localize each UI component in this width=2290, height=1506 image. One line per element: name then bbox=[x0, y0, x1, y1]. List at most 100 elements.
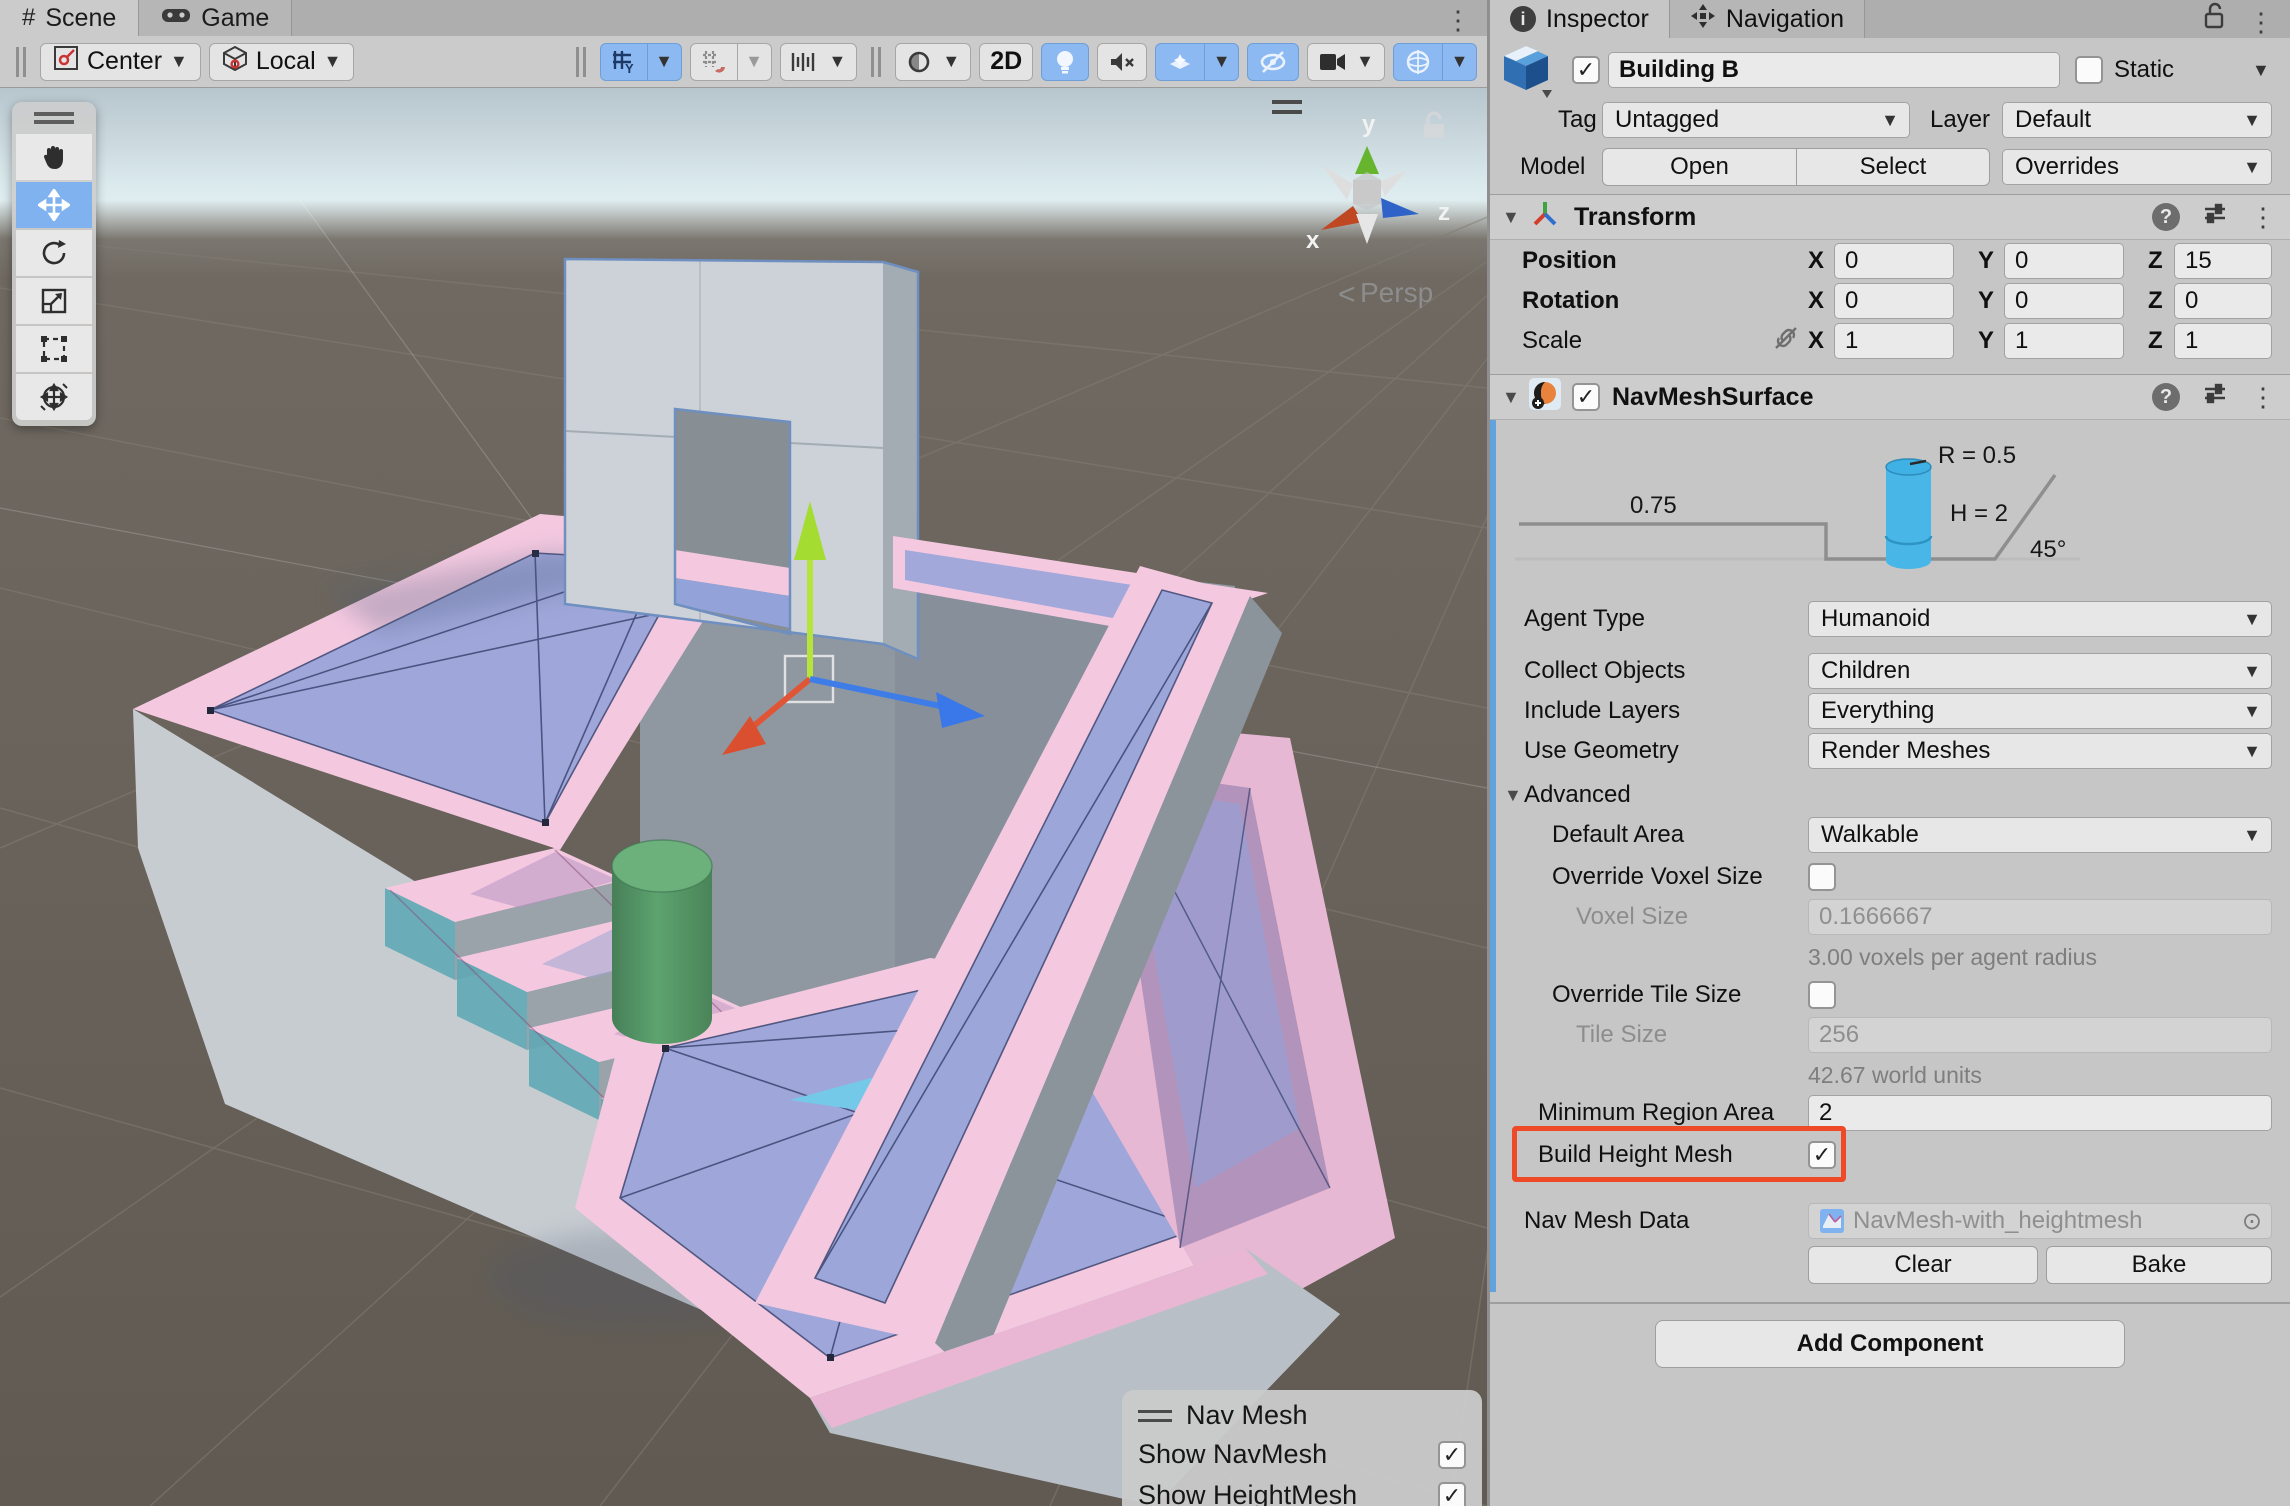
2d-toggle-button[interactable]: 2D bbox=[979, 43, 1033, 81]
tab-navigation[interactable]: Navigation bbox=[1670, 0, 1865, 38]
component-separator bbox=[1490, 1302, 2290, 1304]
gameobject-enabled-checkbox[interactable]: ✓ bbox=[1572, 56, 1600, 84]
effects-toggle-button[interactable] bbox=[1155, 43, 1205, 81]
presets-icon[interactable] bbox=[2202, 381, 2228, 414]
grid-visibility-dropdown[interactable]: ▼ bbox=[648, 43, 682, 81]
rotation-y-field[interactable]: 0 bbox=[2004, 283, 2124, 319]
lighting-toggle-button[interactable] bbox=[1041, 43, 1089, 81]
inspector-menu-kebab-icon[interactable]: ⋮ bbox=[2232, 6, 2290, 38]
scale-z-field[interactable]: 1 bbox=[2174, 323, 2272, 359]
advanced-foldout[interactable]: ▼ Advanced bbox=[1490, 778, 2290, 812]
transform-header[interactable]: ▼ Transform ? ⋮ bbox=[1490, 194, 2290, 240]
navmesh-display-overlay: Nav Mesh Show NavMesh ✓ Show HeightMesh … bbox=[1122, 1390, 1482, 1506]
link-off-icon[interactable] bbox=[1772, 324, 1800, 359]
move-tool-button[interactable] bbox=[16, 182, 92, 228]
object-picker-icon[interactable]: ⊙ bbox=[2242, 1207, 2262, 1236]
scale-x-field[interactable]: 1 bbox=[1834, 323, 1954, 359]
show-heightmesh-checkbox[interactable]: ✓ bbox=[1438, 1482, 1466, 1506]
override-voxel-size-checkbox[interactable] bbox=[1808, 863, 1836, 891]
default-area-label: Default Area bbox=[1552, 821, 1684, 849]
tab-inspector[interactable]: i Inspector bbox=[1490, 0, 1670, 38]
use-geometry-dropdown[interactable]: Render Meshes▼ bbox=[1808, 733, 2272, 769]
scale-y-field[interactable]: 1 bbox=[2004, 323, 2124, 359]
override-voxel-size-label: Override Voxel Size bbox=[1552, 863, 1763, 891]
gizmos-dropdown[interactable]: ▼ bbox=[1443, 43, 1477, 81]
transform-icon bbox=[1530, 199, 1560, 236]
orientation-mode-dropdown[interactable]: Local ▼ bbox=[209, 43, 355, 81]
position-x-field[interactable]: 0 bbox=[1834, 243, 1954, 279]
navmeshsurface-enabled-checkbox[interactable]: ✓ bbox=[1572, 383, 1600, 411]
default-area-dropdown[interactable]: Walkable▼ bbox=[1808, 817, 2272, 853]
static-dropdown-icon[interactable]: ▼ bbox=[2252, 60, 2270, 81]
minimum-region-area-label: Minimum Region Area bbox=[1538, 1099, 1774, 1127]
position-y-field[interactable]: 0 bbox=[2004, 243, 2124, 279]
pivot-mode-dropdown[interactable]: Center ▼ bbox=[40, 43, 201, 81]
camera-settings-dropdown[interactable]: ▼ bbox=[1307, 43, 1385, 81]
show-navmesh-checkbox[interactable]: ✓ bbox=[1438, 1441, 1466, 1469]
gizmos-toggle-button[interactable] bbox=[1393, 43, 1443, 81]
agent-type-label: Agent Type bbox=[1524, 605, 1645, 633]
toolbar-drag-handle[interactable] bbox=[576, 47, 586, 77]
persp-arrow-icon: < bbox=[1338, 278, 1356, 311]
model-select-button[interactable]: Select bbox=[1796, 148, 1990, 186]
rotate-tool-button[interactable] bbox=[16, 230, 92, 276]
tab-inspector-label: Inspector bbox=[1546, 5, 1649, 34]
include-layers-dropdown[interactable]: Everything▼ bbox=[1808, 693, 2272, 729]
2d-label: 2D bbox=[990, 47, 1022, 76]
help-icon[interactable]: ? bbox=[2152, 383, 2180, 411]
foldout-icon[interactable]: ▼ bbox=[1502, 207, 1528, 228]
position-z-field[interactable]: 15 bbox=[2174, 243, 2272, 279]
rotation-z-field[interactable]: 0 bbox=[2174, 283, 2272, 319]
rotation-x-field[interactable]: 0 bbox=[1834, 283, 1954, 319]
build-height-mesh-checkbox[interactable]: ✓ bbox=[1808, 1141, 1836, 1169]
scene-viewport[interactable]: y x z < Persp bbox=[0, 88, 1487, 1506]
model-open-button[interactable]: Open bbox=[1602, 148, 1796, 186]
palette-drag-handle[interactable] bbox=[34, 112, 74, 124]
grid-visibility-button[interactable]: Y bbox=[600, 43, 648, 81]
static-label: Static bbox=[2114, 56, 2174, 84]
gameobject-name-field[interactable]: Building B bbox=[1608, 52, 2060, 88]
toolbar-drag-handle[interactable] bbox=[871, 47, 881, 77]
rect-tool-button[interactable] bbox=[16, 326, 92, 372]
draw-mode-dropdown[interactable]: ▼ bbox=[895, 43, 971, 81]
scene-3d-render: y x z < Persp bbox=[0, 88, 1487, 1506]
bake-button[interactable]: Bake bbox=[2046, 1246, 2272, 1284]
measure-tool-dropdown[interactable]: ▼ bbox=[780, 43, 858, 81]
collect-objects-dropdown[interactable]: Children▼ bbox=[1808, 653, 2272, 689]
transform-tool-button[interactable] bbox=[16, 374, 92, 420]
effects-dropdown[interactable]: ▼ bbox=[1205, 43, 1239, 81]
help-icon[interactable]: ? bbox=[2152, 203, 2180, 231]
presets-icon[interactable] bbox=[2202, 201, 2228, 234]
snap-settings-button[interactable] bbox=[690, 43, 738, 81]
scene-menu-kebab-icon[interactable]: ⋮ bbox=[1429, 4, 1487, 36]
unlock-icon[interactable] bbox=[2202, 1, 2226, 38]
toolbar-drag-handle[interactable] bbox=[16, 47, 26, 77]
overlay-drag-handle-icon[interactable] bbox=[1138, 1410, 1172, 1422]
nav-mesh-data-field[interactable]: NavMesh-with_heightmesh ⊙ bbox=[1808, 1203, 2272, 1239]
add-component-button[interactable]: Add Component bbox=[1655, 1320, 2125, 1368]
minimum-region-area-field[interactable]: 2 bbox=[1808, 1095, 2272, 1131]
foldout-icon: ▼ bbox=[1504, 785, 1522, 806]
override-tile-size-checkbox[interactable] bbox=[1808, 981, 1836, 1009]
snap-settings-dropdown[interactable]: ▼ bbox=[738, 43, 772, 81]
hand-tool-button[interactable] bbox=[16, 134, 92, 180]
static-checkbox[interactable] bbox=[2075, 56, 2103, 84]
tag-dropdown[interactable]: Untagged▼ bbox=[1602, 102, 1910, 138]
component-menu-kebab-icon[interactable]: ⋮ bbox=[2250, 381, 2276, 413]
audio-toggle-button[interactable] bbox=[1097, 43, 1147, 81]
tab-game[interactable]: Game bbox=[139, 0, 292, 36]
scale-tool-button[interactable] bbox=[16, 278, 92, 324]
show-heightmesh-label: Show HeightMesh bbox=[1138, 1480, 1357, 1506]
foldout-icon[interactable]: ▼ bbox=[1502, 387, 1528, 408]
component-menu-kebab-icon[interactable]: ⋮ bbox=[2250, 201, 2276, 233]
layer-dropdown[interactable]: Default▼ bbox=[2002, 102, 2272, 138]
tab-scene[interactable]: # Scene bbox=[0, 0, 139, 36]
projection-label: Persp bbox=[1360, 277, 1433, 308]
use-geometry-label: Use Geometry bbox=[1524, 737, 1679, 765]
hidden-objects-toggle-button[interactable] bbox=[1247, 43, 1299, 81]
agent-type-dropdown[interactable]: Humanoid▼ bbox=[1808, 601, 2272, 637]
inspector-pane: i Inspector Navigation ⋮ ✓ Building B bbox=[1490, 0, 2290, 1506]
clear-button[interactable]: Clear bbox=[1808, 1246, 2038, 1284]
overrides-dropdown[interactable]: Overrides▼ bbox=[2002, 149, 2272, 185]
navmeshsurface-header[interactable]: ▼ ✓ NavMeshSurface ? ⋮ bbox=[1490, 374, 2290, 420]
